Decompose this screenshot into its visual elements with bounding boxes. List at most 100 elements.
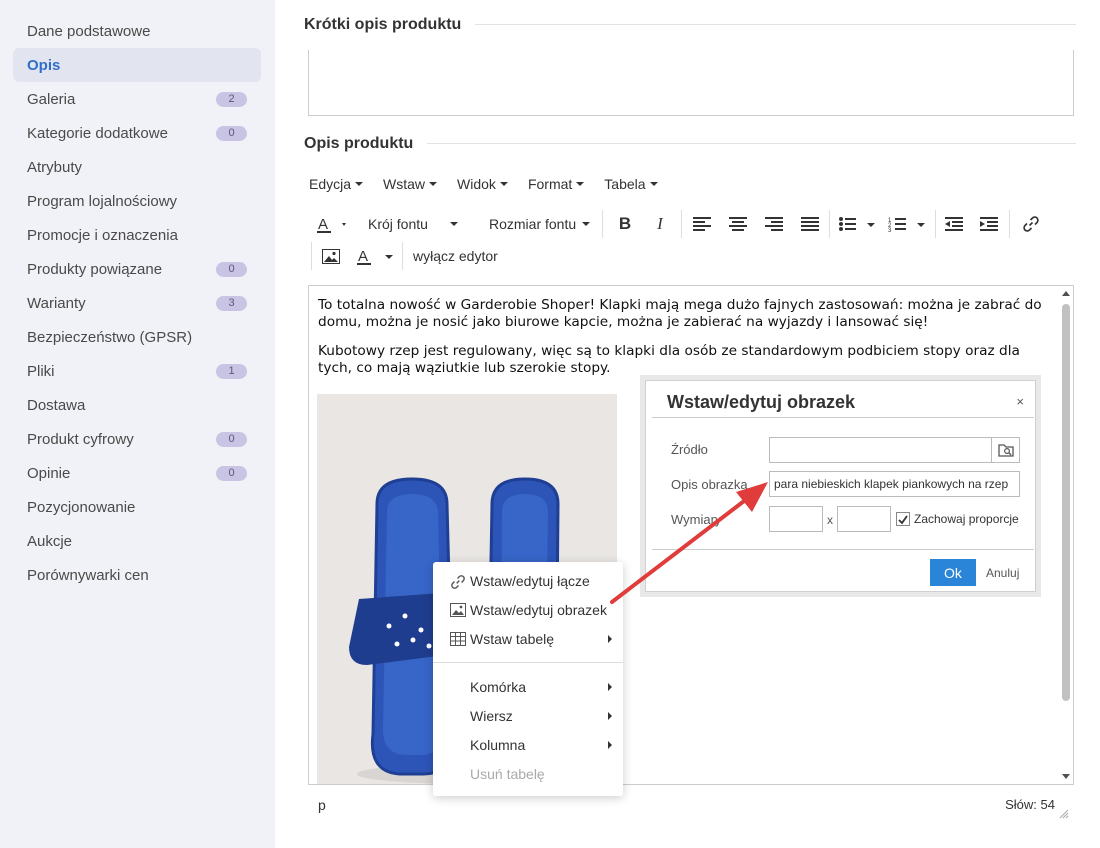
ctx-insert-table[interactable]: Wstaw tabelę	[433, 625, 623, 653]
sidebar-item-label: Pozycjonowanie	[27, 498, 136, 516]
alt-input[interactable]	[769, 471, 1020, 497]
outdent-button[interactable]	[943, 213, 965, 235]
sidebar-item-program-lojalnosciowy[interactable]: Program lojalnościowy	[13, 184, 261, 218]
close-icon[interactable]: ×	[1016, 394, 1024, 409]
height-input[interactable]	[837, 506, 891, 532]
editor-content[interactable]: To totalna nowość w Garderobie Shoper! K…	[318, 297, 1053, 389]
scroll-up-icon[interactable]	[1062, 291, 1070, 296]
ctx-insert-image[interactable]: Wstaw/edytuj obrazek	[433, 596, 623, 624]
ctx-cell[interactable]: Komórka	[433, 673, 623, 701]
sidebar-item-label: Pliki	[27, 362, 55, 380]
align-left-button[interactable]	[691, 213, 713, 235]
sidebar-item-atrybuty[interactable]: Atrybuty	[13, 150, 261, 184]
sidebar-item-aukcje[interactable]: Aukcje	[13, 524, 261, 558]
indent-icon	[980, 217, 998, 231]
sidebar-item-produkt-cyfrowy[interactable]: Produkt cyfrowy 0	[13, 422, 261, 456]
sidebar-item-bezpieczenstwo[interactable]: Bezpieczeństwo (GPSR)	[13, 320, 261, 354]
width-input[interactable]	[769, 506, 823, 532]
sidebar-item-kategorie[interactable]: Kategorie dodatkowe 0	[13, 116, 261, 150]
keep-ratio-checkbox[interactable]	[896, 512, 910, 526]
word-count: Słów: 54	[1005, 797, 1055, 812]
font-color-button[interactable]: A	[315, 213, 349, 235]
scroll-thumb[interactable]	[1062, 304, 1070, 701]
sidebar-item-label: Galeria	[27, 90, 76, 108]
indent-button[interactable]	[978, 213, 1000, 235]
bullet-list-button[interactable]	[838, 213, 878, 235]
cancel-button[interactable]: Anuluj	[986, 566, 1019, 580]
bold-icon: B	[618, 214, 632, 233]
short-description-field[interactable]	[308, 50, 1074, 116]
sidebar-item-label: Porównywarki cen	[27, 566, 149, 584]
chevron-right-icon	[608, 741, 612, 749]
menu-format[interactable]: Format	[527, 176, 585, 192]
sidebar-item-promocje[interactable]: Promocje i oznaczenia	[13, 218, 261, 252]
sidebar-item-label: Produkty powiązane	[27, 260, 163, 278]
sidebar-item-opis[interactable]: Opis	[13, 48, 261, 82]
disable-editor-button[interactable]: wyłącz edytor	[413, 245, 513, 267]
insert-image-button[interactable]	[320, 245, 342, 267]
align-justify-button[interactable]	[799, 213, 821, 235]
sidebar-item-produkty-powiazane[interactable]: Produkty powiązane 0	[13, 252, 261, 286]
sidebar-item-warianty[interactable]: Warianty 3	[13, 286, 261, 320]
count-badge: 0	[216, 262, 247, 277]
toolbar-separator	[829, 210, 830, 238]
sidebar-item-porownywarki[interactable]: Porównywarki cen	[13, 558, 261, 592]
outdent-icon	[945, 217, 963, 231]
dimension-separator: x	[827, 513, 833, 527]
count-badge: 2	[216, 92, 247, 107]
ctx-column[interactable]: Kolumna	[433, 731, 623, 759]
menu-label: Widok	[457, 176, 496, 192]
ctx-row[interactable]: Wiersz	[433, 702, 623, 730]
align-center-button[interactable]	[727, 213, 749, 235]
toolbar-separator	[1009, 210, 1010, 238]
source-input[interactable]	[769, 437, 992, 463]
numbered-list-button[interactable]: 123	[888, 213, 928, 235]
sidebar-item-label: Atrybuty	[27, 158, 83, 176]
background-color-button[interactable]: A	[355, 245, 395, 267]
sidebar-item-label: Promocje i oznaczenia	[27, 226, 178, 244]
caret-down-icon	[449, 222, 458, 226]
sidebar-item-label: Dostawa	[27, 396, 86, 414]
sidebar-item-label: Warianty	[27, 294, 86, 312]
menu-wstaw[interactable]: Wstaw	[383, 176, 438, 192]
sidebar-item-label: Dane podstawowe	[27, 22, 151, 40]
keep-ratio-label: Zachowaj proporcje	[914, 512, 1019, 526]
table-icon	[450, 632, 466, 646]
font-size-select[interactable]: Rozmiar fontu	[489, 213, 595, 235]
menu-tabela[interactable]: Tabela	[604, 176, 658, 192]
count-badge: 3	[216, 296, 247, 311]
sidebar-item-opinie[interactable]: Opinie 0	[13, 456, 261, 490]
sidebar-item-galeria[interactable]: Galeria 2	[13, 82, 261, 116]
resize-handle-icon[interactable]	[1059, 809, 1069, 819]
editor-scrollbar[interactable]	[1059, 286, 1073, 784]
source-label: Źródło	[671, 442, 708, 457]
sidebar-item-pliki[interactable]: Pliki 1	[13, 354, 261, 388]
sidebar-item-dane-podstawowe[interactable]: Dane podstawowe	[13, 14, 261, 48]
italic-button[interactable]: I	[649, 213, 671, 235]
sidebar-item-label: Program lojalnościowy	[27, 192, 178, 210]
dialog-divider	[652, 417, 1034, 418]
align-right-button[interactable]	[763, 213, 785, 235]
menu-edycja[interactable]: Edycja	[309, 176, 364, 192]
menu-widok[interactable]: Widok	[457, 176, 508, 192]
sidebar-item-label: Produkt cyfrowy	[27, 430, 134, 448]
ctx-insert-link[interactable]: Wstaw/edytuj łącze	[433, 567, 623, 595]
image-icon	[322, 248, 340, 264]
browse-button[interactable]	[991, 437, 1020, 463]
bold-button[interactable]: B	[614, 213, 636, 235]
align-justify-icon	[801, 217, 819, 231]
scroll-down-icon[interactable]	[1062, 774, 1070, 779]
sidebar-item-dostawa[interactable]: Dostawa	[13, 388, 261, 422]
ctx-delete-table: Usuń tabelę	[433, 760, 623, 788]
menu-label: Format	[527, 176, 573, 192]
font-color-icon: A	[317, 216, 346, 233]
element-path[interactable]: p	[318, 797, 326, 813]
svg-text:3: 3	[888, 228, 892, 232]
font-family-select[interactable]: Krój fontu	[368, 213, 472, 235]
align-center-icon	[729, 217, 747, 231]
insert-link-button[interactable]	[1020, 213, 1042, 235]
sidebar-item-pozycjonowanie[interactable]: Pozycjonowanie	[13, 490, 261, 524]
caret-down-icon	[582, 222, 591, 226]
ok-button[interactable]: Ok	[930, 559, 976, 586]
sidebar-item-label: Opis	[27, 56, 61, 74]
